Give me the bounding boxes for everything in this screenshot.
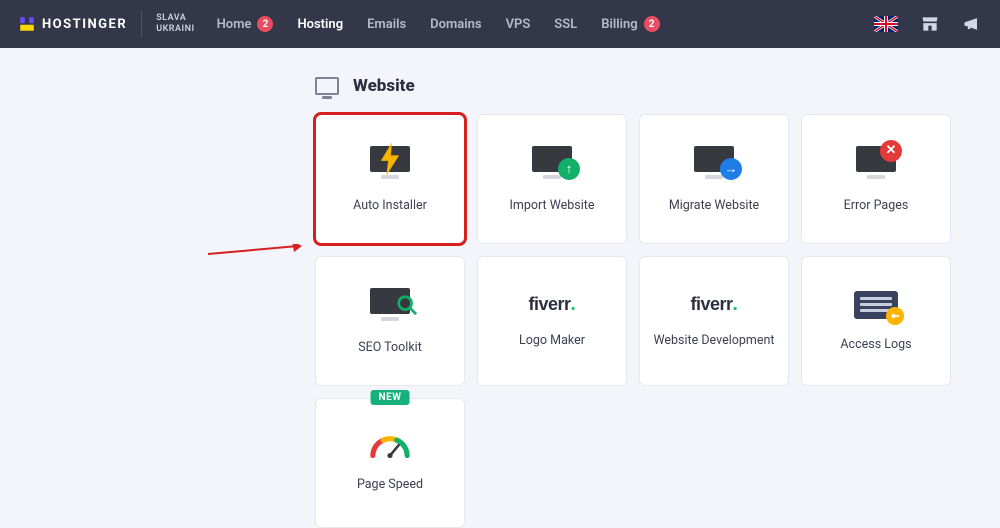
access-logs-icon [854,291,898,319]
nav-home-label: Home [217,17,252,32]
card-label: SEO Toolkit [358,340,422,355]
slogan-line1: SLAVA [156,13,194,24]
brand-name: HOSTINGER [42,17,127,32]
locale-flag-icon[interactable] [874,16,898,32]
nav-vps[interactable]: VPS [506,17,531,32]
nav-hosting[interactable]: Hosting [297,17,343,32]
page-body: Website Auto Installer ↑ [0,48,1000,528]
card-migrate-website[interactable]: → Migrate Website [639,114,789,244]
card-auto-installer[interactable]: Auto Installer [315,114,465,244]
card-grid: Auto Installer ↑ Import Website → Migrat… [315,114,955,528]
card-label: Auto Installer [353,198,427,213]
nav-ssl[interactable]: SSL [554,17,577,32]
nav-billing-label: Billing [601,17,637,32]
card-error-pages[interactable]: ✕ Error Pages [801,114,951,244]
card-label: Logo Maker [519,333,585,348]
seo-toolkit-icon [369,288,411,322]
annotation-arrow-icon [208,244,308,264]
card-page-speed[interactable]: NEW Page Speed [315,398,465,528]
nav-billing[interactable]: Billing 2 [601,16,659,32]
card-label: Website Development [654,333,775,348]
nav-domains-label: Domains [430,17,481,32]
card-access-logs[interactable]: Access Logs [801,256,951,386]
slogan: SLAVA UKRAINI [156,13,194,35]
card-label: Error Pages [844,198,909,213]
nav-right-icons [874,14,982,34]
card-logo-maker[interactable]: fiverr. Logo Maker [477,256,627,386]
card-label: Page Speed [357,477,423,492]
store-icon[interactable] [920,14,940,34]
card-label: Migrate Website [669,198,759,213]
section-title: Website [353,76,415,96]
card-label: Import Website [510,198,595,213]
nav-home[interactable]: Home 2 [217,16,274,32]
nav-domains[interactable]: Domains [430,17,481,32]
migrate-website-icon: → [693,146,735,180]
nav-ssl-label: SSL [554,17,577,32]
hostinger-mark-icon [18,15,36,33]
new-badge: NEW [371,390,410,405]
brand-logo[interactable]: HOSTINGER [18,15,127,33]
card-import-website[interactable]: ↑ Import Website [477,114,627,244]
auto-installer-icon [369,146,411,180]
nav-emails[interactable]: Emails [367,17,406,32]
divider [141,11,142,37]
page-speed-gauge-icon [369,435,411,459]
nav-hosting-label: Hosting [297,17,343,32]
nav-home-badge: 2 [257,16,273,32]
slogan-line2: UKRAINI [156,24,194,35]
monitor-icon [315,77,339,95]
card-label: Access Logs [840,337,911,352]
section-header: Website [315,76,955,96]
fiverr-logo-icon: fiverr. [691,294,738,315]
import-website-icon: ↑ [531,146,573,180]
card-website-development[interactable]: fiverr. Website Development [639,256,789,386]
error-pages-icon: ✕ [855,146,897,180]
fiverr-logo-icon: fiverr. [529,294,576,315]
nav-billing-badge: 2 [644,16,660,32]
nav-emails-label: Emails [367,17,406,32]
topnav: HOSTINGER SLAVA UKRAINI Home 2 Hosting E… [0,0,1000,48]
nav-vps-label: VPS [506,17,531,32]
nav-links: Home 2 Hosting Emails Domains VPS SSL Bi… [217,16,660,32]
card-seo-toolkit[interactable]: SEO Toolkit [315,256,465,386]
megaphone-icon[interactable] [962,14,982,34]
